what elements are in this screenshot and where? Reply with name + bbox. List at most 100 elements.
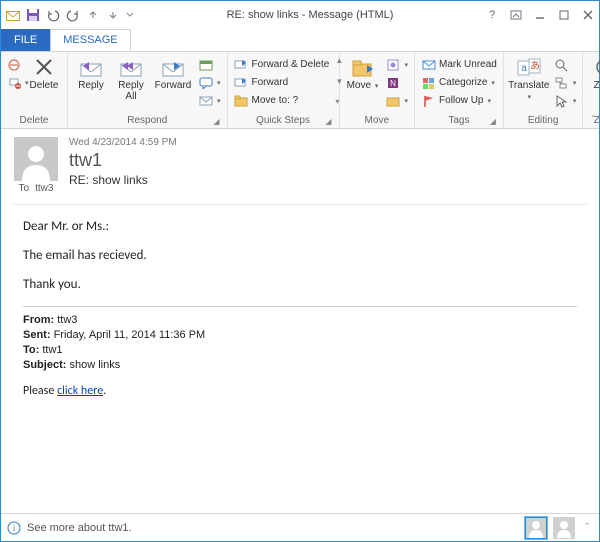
body-p3: Thank you. [23,277,577,292]
mark-unread-icon [421,57,436,72]
minimize-icon[interactable] [533,8,547,22]
rules-icon [386,57,401,72]
respond-launcher[interactable]: ◢ [213,117,219,126]
more-icon [198,93,213,108]
previous-item-icon[interactable] [85,7,101,23]
move-icon [350,56,376,80]
zoom-button[interactable]: Zoom [587,54,600,92]
qs-move-to[interactable]: Move to: ? [232,92,332,109]
move-button[interactable]: Move ▾ [344,54,382,92]
onenote-icon: N [386,75,401,90]
group-editing: aあ Translate▾ ▾ ▾ Editing [504,52,584,128]
forward-delete-icon [234,57,249,72]
ribbon-display-icon[interactable] [509,8,523,22]
svg-text:あ: あ [530,60,540,72]
people-pane: i See more about ttw1. ˆ [1,513,599,541]
quoted-separator [23,306,577,307]
translate-button[interactable]: aあ Translate▾ [508,54,550,102]
tab-file[interactable]: FILE [1,29,50,51]
quoted-header: From: ttw3 Sent: Friday, April 11, 2014 … [23,313,577,372]
related-icon [554,75,569,90]
delete-icon [31,56,57,80]
reply-button[interactable]: Reply [72,54,110,92]
title-bar: RE: show links - Message (HTML) ? [1,1,599,29]
window-title: RE: show links - Message (HTML) [135,9,485,21]
rules-button[interactable]: ▾ [384,56,411,73]
info-icon[interactable]: i [7,521,21,535]
quicksteps-launcher[interactable]: ◢ [325,117,331,126]
to-value[interactable]: ttw3 [35,183,53,194]
people-avatar-1[interactable] [525,517,547,539]
quick-access-toolbar [5,7,135,23]
onenote-button[interactable]: N [384,74,411,91]
junk-button[interactable]: ▾ [5,74,23,91]
message-header: To ttw3 Wed 4/23/2014 4:59 PM ttw1 RE: s… [1,129,599,200]
message-subject: RE: show links [69,173,177,187]
redo-icon[interactable] [65,7,81,23]
window-controls: ? [485,8,595,22]
body-p2: The email has recieved. [23,248,577,263]
more-respond-button[interactable]: ▾ [196,92,223,109]
reply-icon [78,56,104,80]
im-icon [198,75,213,90]
group-tags: Mark Unread Categorize▾ Follow Up▾ Tags◢ [415,52,504,128]
mark-unread-button[interactable]: Mark Unread [419,56,499,73]
categorize-button[interactable]: Categorize▾ [419,74,499,91]
sender-avatar[interactable] [14,137,58,181]
people-avatar-2[interactable] [553,517,575,539]
group-respond: Reply Reply All Forward ▾ ▾ Respond◢ [68,52,228,128]
svg-text:N: N [390,79,396,88]
see-more-text[interactable]: See more about ttw1. [27,522,132,534]
close-icon[interactable] [581,8,595,22]
ribbon-tabs: FILE MESSAGE [1,29,599,51]
click-here-link[interactable]: click here [57,384,103,398]
tab-message[interactable]: MESSAGE [50,29,130,51]
undo-icon[interactable] [45,7,61,23]
qat-customize-icon[interactable] [125,7,135,23]
forward-icon [160,56,186,80]
to-label: To [19,183,30,194]
collapse-ribbon-icon[interactable]: ˆ [592,115,595,126]
message-body: Dear Mr. or Ms.: The email has recieved.… [13,204,587,513]
reply-all-icon [118,56,144,80]
svg-text:a: a [521,63,527,74]
maximize-icon[interactable] [557,8,571,22]
group-quick-steps: Forward & Delete Forward Move to: ? ▲ ▼ … [228,52,340,128]
zoom-icon [593,56,600,80]
qs-forward[interactable]: Forward [232,74,332,91]
mail-app-icon [5,7,21,23]
ribbon: ▾ Delete Delete Reply Reply All Forward [1,51,599,129]
flag-icon [421,93,436,108]
related-button[interactable]: ▾ [552,74,579,91]
translate-icon: aあ [516,56,542,80]
next-item-icon[interactable] [105,7,121,23]
ignore-icon [7,57,21,72]
categorize-icon [421,75,436,90]
find-icon [554,57,569,72]
forward-button[interactable]: Forward [152,54,194,92]
ignore-button[interactable] [5,56,23,73]
help-icon[interactable]: ? [485,8,499,22]
actions-icon [386,93,401,108]
quoted-text: Please click here. [23,384,577,398]
group-move: Move ▾ ▾ N ▾ Move [340,52,416,128]
find-button[interactable] [552,56,579,73]
qs-forward-delete[interactable]: Forward & Delete [232,56,332,73]
reply-all-button[interactable]: Reply All [112,54,150,102]
tags-launcher[interactable]: ◢ [490,117,496,126]
message-from[interactable]: ttw1 [69,150,177,171]
group-delete: ▾ Delete Delete [1,52,68,128]
delete-button[interactable]: Delete [25,54,63,92]
select-icon [554,93,569,108]
im-reply-button[interactable]: ▾ [196,74,223,91]
people-pane-expand-icon[interactable]: ˆ [581,522,593,534]
select-button[interactable]: ▾ [552,92,579,109]
body-p1: Dear Mr. or Ms.: [23,219,577,234]
save-icon[interactable] [25,7,41,23]
message-date: Wed 4/23/2014 4:59 PM [69,137,177,148]
meeting-icon [198,57,213,72]
forward-small-icon [234,75,249,90]
follow-up-button[interactable]: Follow Up▾ [419,92,499,109]
actions-button[interactable]: ▾ [384,92,411,109]
meeting-reply-button[interactable] [196,56,223,73]
